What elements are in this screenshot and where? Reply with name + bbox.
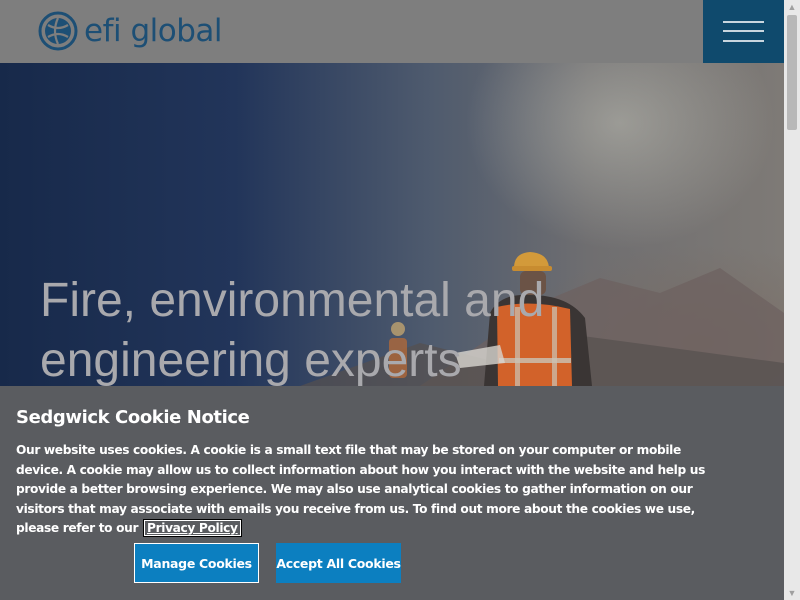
hero-banner: Fire, environmental and engineering expe… xyxy=(0,63,784,386)
menu-button[interactable] xyxy=(703,0,784,63)
cookie-notice-banner: Sedgwick Cookie Notice Our website uses … xyxy=(0,386,784,600)
site-header: efi global xyxy=(0,0,784,63)
scroll-thumb[interactable] xyxy=(787,15,797,130)
accept-all-cookies-button[interactable]: Accept All Cookies xyxy=(276,543,401,583)
scroll-up-arrow-icon[interactable]: ▲ xyxy=(784,0,800,14)
privacy-policy-link[interactable]: Privacy Policy xyxy=(143,519,242,538)
cookie-notice-body: Our website uses cookies. A cookie is a … xyxy=(16,443,706,536)
logo-text: efi global xyxy=(84,12,223,49)
hero-title: Fire, environmental and engineering expe… xyxy=(40,274,545,386)
globe-logo-icon xyxy=(38,11,78,51)
cookie-notice-text: Our website uses cookies. A cookie is a … xyxy=(16,441,728,539)
cookie-notice-title: Sedgwick Cookie Notice xyxy=(16,407,250,428)
vertical-scrollbar[interactable]: ▲ ▼ xyxy=(784,0,800,600)
manage-cookies-button[interactable]: Manage Cookies xyxy=(134,543,259,583)
hamburger-menu-icon xyxy=(723,21,764,23)
scroll-down-arrow-icon[interactable]: ▼ xyxy=(784,586,800,600)
site-logo[interactable]: efi global xyxy=(38,10,223,52)
